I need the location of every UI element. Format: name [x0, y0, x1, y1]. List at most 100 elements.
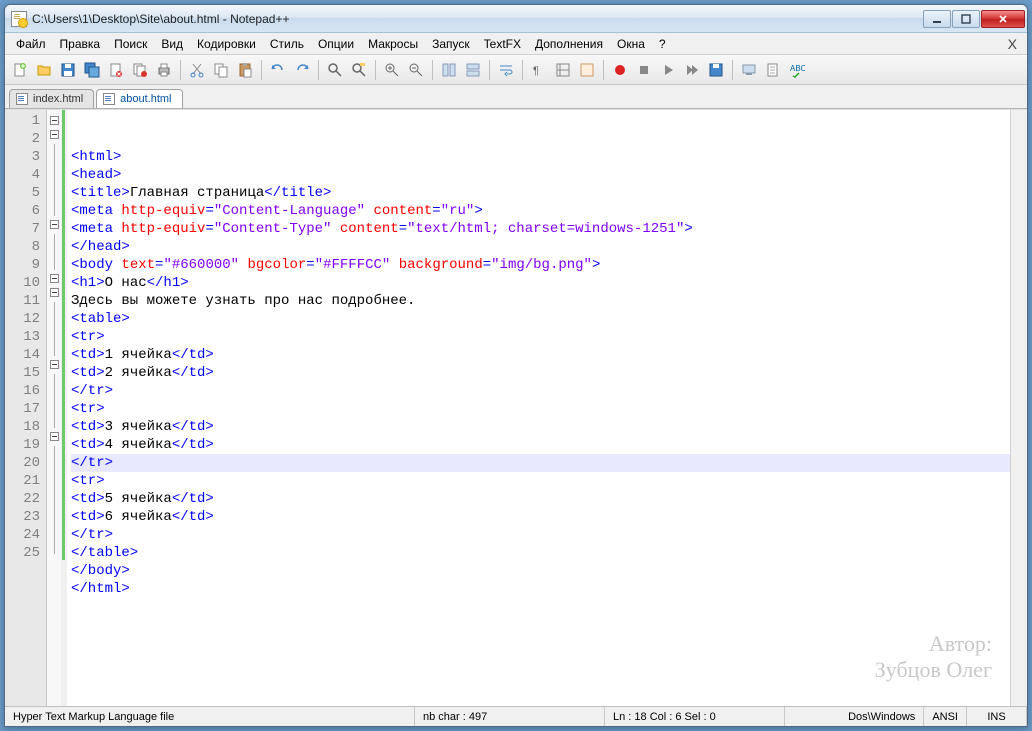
- code-line-10[interactable]: <table>: [71, 310, 1010, 328]
- tab-index-html[interactable]: index.html: [9, 89, 94, 108]
- menu-кодировки[interactable]: Кодировки: [190, 35, 263, 53]
- vertical-scrollbar[interactable]: [1010, 110, 1027, 706]
- tab-label: index.html: [33, 93, 83, 105]
- code-line-18[interactable]: </tr>: [71, 454, 1010, 472]
- close-button[interactable]: [981, 10, 1025, 28]
- find-button[interactable]: [324, 59, 346, 81]
- tabbar: index.html about.html: [5, 85, 1027, 109]
- close-file-button[interactable]: [105, 59, 127, 81]
- wrap-button[interactable]: [495, 59, 517, 81]
- watermark: Автор:Зубцов Олег: [875, 631, 992, 682]
- menu-дополнения[interactable]: Дополнения: [528, 35, 610, 53]
- menu-правка[interactable]: Правка: [53, 35, 108, 53]
- menu-вид[interactable]: Вид: [154, 35, 190, 53]
- editor: 1234567891011121314151617181920212223242…: [5, 109, 1027, 706]
- menu-поиск[interactable]: Поиск: [107, 35, 154, 53]
- svg-text:¶: ¶: [533, 65, 539, 77]
- menu-файл[interactable]: Файл: [9, 35, 53, 53]
- toolbar: ¶ ABC: [5, 55, 1027, 85]
- app-window: C:\Users\1\Desktop\Site\about.html - Not…: [4, 4, 1028, 727]
- save-button[interactable]: [57, 59, 79, 81]
- menu-макросы[interactable]: Макросы: [361, 35, 425, 53]
- code-line-22[interactable]: </tr>: [71, 526, 1010, 544]
- code-line-11[interactable]: <tr>: [71, 328, 1010, 346]
- code-area[interactable]: <html><head><title>Главная страница</tit…: [67, 110, 1010, 706]
- sync-v-button[interactable]: [438, 59, 460, 81]
- code-line-9[interactable]: Здесь вы можете узнать про нас подробнее…: [71, 292, 1010, 310]
- open-file-button[interactable]: [33, 59, 55, 81]
- statusbar: Hyper Text Markup Language file nb char …: [5, 706, 1027, 726]
- code-line-24[interactable]: </body>: [71, 562, 1010, 580]
- toolbar-separator: [603, 60, 604, 80]
- menu-опции[interactable]: Опции: [311, 35, 361, 53]
- minimize-button[interactable]: [923, 10, 951, 28]
- menu-?[interactable]: ?: [652, 35, 673, 53]
- zoom-out-button[interactable]: [405, 59, 427, 81]
- window-title: C:\Users\1\Desktop\Site\about.html - Not…: [32, 12, 922, 26]
- launch-button[interactable]: [738, 59, 760, 81]
- toolbar-separator: [432, 60, 433, 80]
- save-all-button[interactable]: [81, 59, 103, 81]
- titlebar[interactable]: C:\Users\1\Desktop\Site\about.html - Not…: [5, 5, 1027, 33]
- code-line-7[interactable]: <body text="#660000" bgcolor="#FFFFCC" b…: [71, 256, 1010, 274]
- tab-about-html[interactable]: about.html: [96, 89, 182, 108]
- line-number-gutter: 1234567891011121314151617181920212223242…: [5, 110, 47, 706]
- maximize-button[interactable]: [952, 10, 980, 28]
- status-eol: Dos\Windows: [840, 707, 924, 726]
- toolbar-separator: [375, 60, 376, 80]
- spell-button[interactable]: ABC: [786, 59, 808, 81]
- print-button[interactable]: [153, 59, 175, 81]
- code-line-1[interactable]: <html>: [71, 148, 1010, 166]
- toolbar-separator: [261, 60, 262, 80]
- doc-map-button[interactable]: [762, 59, 784, 81]
- tab-label: about.html: [120, 93, 171, 105]
- sync-h-button[interactable]: [462, 59, 484, 81]
- code-line-5[interactable]: <meta http-equiv="Content-Type" content=…: [71, 220, 1010, 238]
- toolbar-separator: [180, 60, 181, 80]
- file-icon: [103, 93, 115, 105]
- indent-guide-button[interactable]: [552, 59, 574, 81]
- undo-button[interactable]: [267, 59, 289, 81]
- code-line-21[interactable]: <td>6 ячейка</td>: [71, 508, 1010, 526]
- menu-стиль[interactable]: Стиль: [263, 35, 311, 53]
- code-line-6[interactable]: </head>: [71, 238, 1010, 256]
- replace-button[interactable]: [348, 59, 370, 81]
- new-file-button[interactable]: [9, 59, 31, 81]
- zoom-in-button[interactable]: [381, 59, 403, 81]
- code-line-23[interactable]: </table>: [71, 544, 1010, 562]
- code-line-8[interactable]: <h1>О нас</h1>: [71, 274, 1010, 292]
- record-button[interactable]: [609, 59, 631, 81]
- fold-gutter[interactable]: [47, 110, 61, 706]
- status-chars: nb char : 497: [415, 707, 605, 726]
- show-all-chars-button[interactable]: ¶: [528, 59, 550, 81]
- menu-запуск[interactable]: Запуск: [425, 35, 477, 53]
- file-icon: [16, 93, 28, 105]
- code-line-12[interactable]: <td>1 ячейка</td>: [71, 346, 1010, 364]
- status-insert-mode[interactable]: INS: [967, 707, 1027, 726]
- code-line-14[interactable]: </tr>: [71, 382, 1010, 400]
- code-line-15[interactable]: <tr>: [71, 400, 1010, 418]
- menu-окна[interactable]: Окна: [610, 35, 652, 53]
- status-filetype: Hyper Text Markup Language file: [5, 707, 415, 726]
- cut-button[interactable]: [186, 59, 208, 81]
- play-button[interactable]: [657, 59, 679, 81]
- paste-button[interactable]: [234, 59, 256, 81]
- code-line-16[interactable]: <td>3 ячейка</td>: [71, 418, 1010, 436]
- save-macro-button[interactable]: [705, 59, 727, 81]
- menu-textfx[interactable]: TextFX: [477, 35, 528, 53]
- copy-button[interactable]: [210, 59, 232, 81]
- stop-button[interactable]: [633, 59, 655, 81]
- code-line-19[interactable]: <tr>: [71, 472, 1010, 490]
- redo-button[interactable]: [291, 59, 313, 81]
- code-line-2[interactable]: <head>: [71, 166, 1010, 184]
- code-line-17[interactable]: <td>4 ячейка</td>: [71, 436, 1010, 454]
- play-multi-button[interactable]: [681, 59, 703, 81]
- code-line-13[interactable]: <td>2 ячейка</td>: [71, 364, 1010, 382]
- user-lang-button[interactable]: [576, 59, 598, 81]
- code-line-20[interactable]: <td>5 ячейка</td>: [71, 490, 1010, 508]
- code-line-4[interactable]: <meta http-equiv="Content-Language" cont…: [71, 202, 1010, 220]
- code-line-25[interactable]: </html>: [71, 580, 1010, 598]
- code-line-3[interactable]: <title>Главная страница</title>: [71, 184, 1010, 202]
- close-all-button[interactable]: [129, 59, 151, 81]
- mdi-close-button[interactable]: X: [1002, 36, 1023, 52]
